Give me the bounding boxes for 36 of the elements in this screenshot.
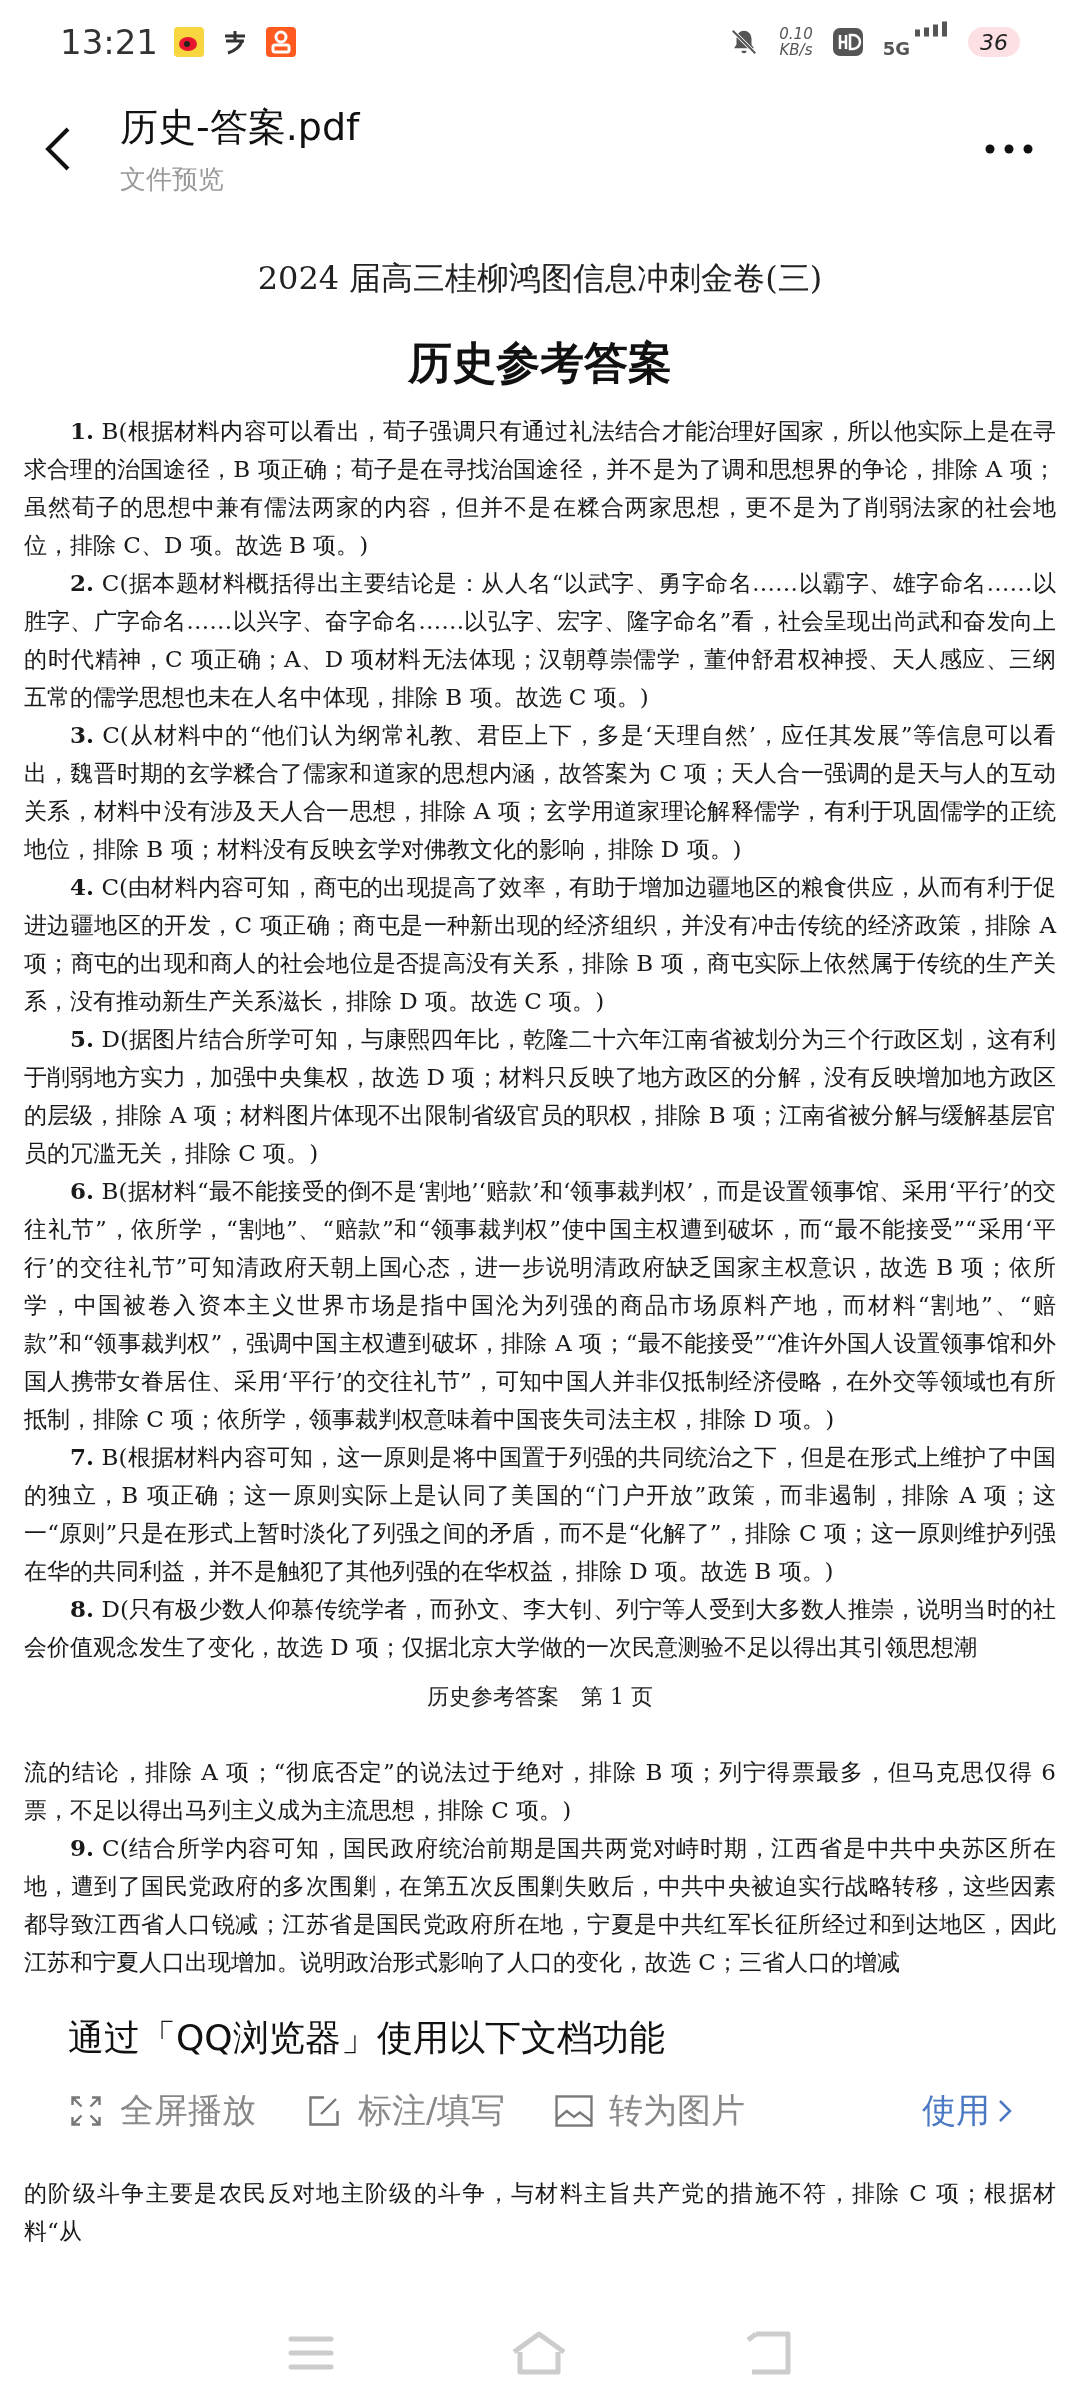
answer-paragraph: 流的结论，排除 A 项；“彻底否定”的说法过于绝对，排除 B 项；列宁得票最多，但马克思仅得 6 票，不足以得出马列主义成为主流思想，排除 C 项。) xyxy=(24,1758,1056,1825)
answer-paragraph: 6. B(据材料“最不能接受的倒不是‘割地’‘赔款’和‘领事裁判权’，而是设置领事馆、采用‘平行’的交往礼节”，依所学，“割地”、“赔款”和“领事裁判权”使中国主权遭到破坏，而“最不能接受”“采用‘平行’的交往礼节”可知清政府天朝上国心态，进一步说明清政府缺乏国家主权意识，故选 B 项；依所学，中国被卷入资本主义世界市场是指中国沦为列强的商品市场原料产地，而材料“割地”、“赔款”和“领事裁判权”，强调中国主权遭到破坏，排除 A 项；“最不能接受”“准许外国人设置领事馆和外国人携带女眷居住、采用‘平行’的交往礼节”，可知中国人并非仅抵制经济侵略，在外交等领域也有所抵制，排除 C 项；依所学，领事裁判权意味着中国丧失司法主权，排除 D 项。) xyxy=(24,1176,1056,1434)
signal-icon xyxy=(914,21,948,37)
file-title: 历史-答案.pdf xyxy=(120,104,361,151)
answer-paragraph: 7. B(根据材料内容可知，这一原则是将中国置于列强的共同统治之下，但是在形式上维护了中国的独立，B 项正确；这一原则实际上是认同了美国的“门户开放”政策，而非遏制，排除 A 项；这一“原则”只是在形式上暂时淡化了列强之间的矛盾，而不是“化解了”，排除 C 项；这一原则维护列强在华的共同利益，并不是触犯了其他列强的在华权益，排除 D 项。故选 B 项。) xyxy=(24,1442,1056,1586)
answer-paragraph: 3. C(从材料中的“他们认为纲常礼教、君臣上下，多是‘天理自然’，应任其发展”等信息可以看出，魏晋时期的玄学糅合了儒家和道家的思想内涵，故答案为 C 项；天人合一强调的是天与人的互动关系，材料中没有涉及天人合一思想，排除 A 项；玄学用道家理论解释儒学，有利于巩固儒学的正统地位，排除 B 项；材料没有反映玄学对佛教文化的影响，排除 D 项。) xyxy=(24,720,1056,864)
document-heading: 历史参考答案 xyxy=(406,336,673,390)
image-icon xyxy=(555,2094,594,2127)
file-subtitle: 文件预览 xyxy=(120,163,225,196)
feature-button[interactable]: 全屏播放 xyxy=(68,2085,256,2136)
menu-icon xyxy=(288,2335,334,2371)
network-speed: 0.10 KB/s xyxy=(779,26,813,58)
answer-paragraph: 1. B(根据材料内容可以看出，荀子强调只有通过礼法结合才能治理好国家，所以他实际上是在寻求合理的治国途径，B 项正确；荀子是在寻找治国途径，并不是为了调和思想界的争论，排除 A 项；虽然荀子的思想中兼有儒法两家的内容，但并不是在糅合两家思想，更不是为了削弱法家的社会地位，排除 C、D 项。故选 B 项。) xyxy=(24,416,1056,560)
network-type: 5G xyxy=(882,37,910,61)
document-title: 2024 届高三桂柳鸿图信息冲刺金卷(三) xyxy=(256,258,824,299)
status-time: 13:21 xyxy=(60,20,158,64)
page-footer: 历史参考答案 第 1 页 xyxy=(24,1680,1056,1713)
feature-button[interactable]: 转为图片 xyxy=(555,2085,746,2136)
feature-button[interactable]: 标注/填写 xyxy=(306,2085,506,2136)
return-icon xyxy=(744,2330,792,2376)
app-notification-icon xyxy=(174,27,204,57)
home-icon xyxy=(510,2330,568,2376)
answer-paragraph: 2. C(据本题材料概括得出主要结论是：从人名“以武字、勇字命名……以霸字、雄字命名……以胜字、广字命名……以兴字、奋字命名……以弘字、宏字、隆字命名”看，社会呈现出尚武和奋发向上的时代精神，C 项正确；A、D 项材料无法体现；汉朝尊崇儒学，董仲舒君权神授、天人感应、三纲五常的儒学思想也未在人名中体现，排除 B 项。故选 C 项。) xyxy=(24,568,1056,712)
battery-indicator: 36 xyxy=(968,27,1020,57)
use-link[interactable]: 使用 xyxy=(922,2085,1012,2136)
chevron-icon xyxy=(998,2098,1012,2123)
answer-paragraph: 的阶级斗争主要是农民反对地主阶级的斗争，与材料主旨共产党的措施不符，排除 C 项；根据材料“从 xyxy=(24,2179,1056,2246)
app-notification-icon xyxy=(266,27,296,57)
answer-paragraph: 4. C(由材料内容可知，商屯的出现提高了效率，有助于增加边疆地区的粮食供应，从而有利于促进边疆地区的开发，C 项正确；商屯是一种新出现的经济组织，并没有冲击传统的经济政策，排除 A 项；商屯的出现和商人的社会地位是否提高没有关系，排除 B 项，商屯实际上依然属于传统的生产关系，没有推动新生产关系滋长，排除 D 项。故选 C 项。) xyxy=(24,872,1056,1016)
more-icon xyxy=(985,144,1033,154)
back-icon xyxy=(44,126,72,172)
banner-title: 通过「QQ浏览器」使用以下文档功能 xyxy=(68,2016,666,2060)
answer-paragraph: 9. C(结合所学内容可知，国民政府统治前期是国共两党对峙时期，江西省是中共中央苏区所在地，遭到了国民党政府的多次围剿，在第五次反围剿失败后，中共中央被迫实行战略转移，这些因素都导致江西省人口锐减；江苏省是国民党政府所在地，宁夏是中共红军长征所经过和到达地区，因此江苏和宁夏人口出现增加。说明政治形式影响了人口的变化，故选 C；三省人口的增减 xyxy=(24,1833,1056,1977)
hd-icon xyxy=(832,28,863,56)
answer-paragraph: 5. D(据图片结合所学可知，与康熙四年比，乾隆二十六年江南省被划分为三个行政区划，这有利于削弱地方实力，加强中央集权，故选 D 项；材料只反映了地方政区的分解，没有反映增加地方政区的层级，排除 A 项；材料图片体现不出限制省级官员的职权，排除 B 项；江南省被分解与缓解基层官员的冗滥无关，排除 C 项。) xyxy=(24,1024,1056,1168)
answer-paragraph: 8. D(只有极少数人仰慕传统学者，而孙文、李大钊、列宁等人受到大多数人推崇，说明当时的社会价值观念发生了变化，故选 D 项；仅据北京大学做的一次民意测验不足以得出其引领思想潮 xyxy=(24,1594,1056,1662)
